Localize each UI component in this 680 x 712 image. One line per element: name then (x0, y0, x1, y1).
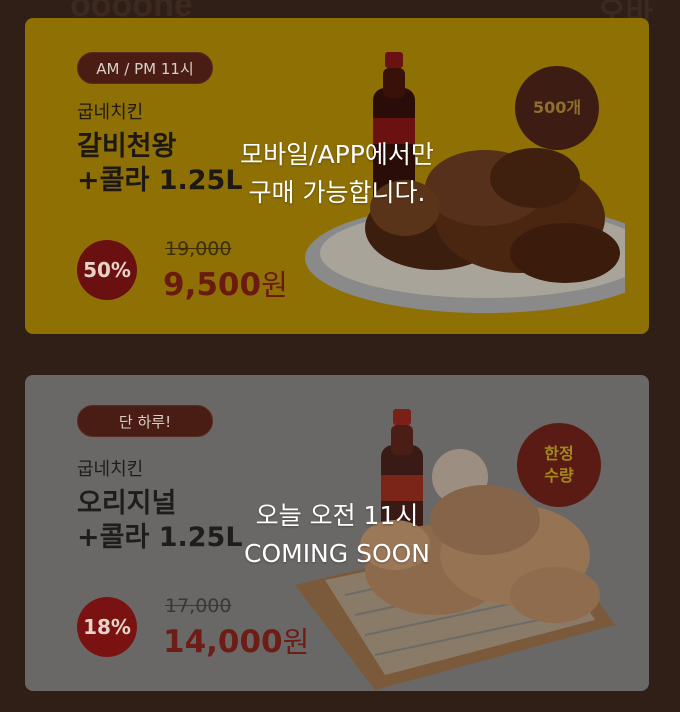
badge-line2: 수량 (544, 466, 574, 485)
deal-card-galbi[interactable]: AM / PM 11시 굽네치킨 갈비천왕 +콜라 1.25L 50% 19,0… (25, 18, 649, 334)
time-tag: 단 하루! (77, 405, 213, 437)
discount-badge: 50% (77, 240, 137, 300)
original-price: 19,000 (165, 238, 232, 260)
brand-name: 굽네치킨 (77, 102, 144, 123)
overlay-line1: 모바일/APP에서만 (240, 140, 434, 169)
sale-price-value: 14,000 (163, 624, 283, 660)
overlay-line2: 구매 가능합니다. (248, 178, 426, 207)
deal-card-original[interactable]: 단 하루! 굽네치킨 오리지널 +콜라 1.25L 18% 17,000 14,… (25, 375, 649, 691)
original-price: 17,000 (165, 595, 232, 617)
availability-overlay: 오늘 오전 11시 COMING SOON (25, 497, 649, 573)
sale-price: 9,500원 (163, 262, 288, 304)
limited-quantity-badge: 한정 수량 (517, 423, 601, 507)
overlay-line1: 오늘 오전 11시 (255, 501, 419, 530)
overlay-line2: COMING SOON (243, 539, 431, 568)
currency-unit: 원 (261, 268, 288, 302)
sale-price-value: 9,500 (163, 267, 262, 303)
brand-name: 굽네치킨 (77, 459, 144, 480)
time-tag: AM / PM 11시 (77, 52, 213, 84)
availability-overlay: 모바일/APP에서만 구매 가능합니다. (25, 136, 649, 212)
badge-line1: 한정 (544, 444, 574, 463)
discount-badge: 18% (77, 597, 137, 657)
